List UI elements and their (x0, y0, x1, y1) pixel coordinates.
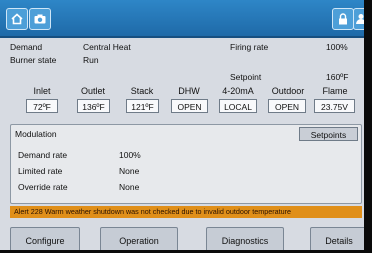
burner-state-label: Burner state (10, 55, 57, 65)
4-20ma-value: LOCAL (219, 99, 257, 113)
inlet-value: 72ºF (26, 99, 58, 113)
outlet-value: 136ºF (77, 99, 110, 113)
dhw-value: OPEN (171, 99, 208, 113)
override-rate-value: None (119, 182, 140, 192)
flame-label: Flame (322, 86, 348, 96)
setpoints-button[interactable]: Setpoints (299, 127, 358, 141)
inlet-label: Inlet (33, 86, 51, 96)
boiler-status-screen: Demand Central Heat Burner state Run Fir… (0, 0, 372, 253)
demand-rate-value: 100% (119, 150, 141, 160)
screen-bezel-right (364, 0, 372, 253)
outdoor-value: OPEN (268, 99, 306, 113)
home-icon[interactable] (6, 8, 28, 30)
burner-state-value: Run (83, 55, 99, 65)
firing-rate-label: Firing rate (230, 42, 269, 52)
camera-icon[interactable] (29, 8, 51, 30)
demand-label: Demand (10, 42, 43, 52)
limited-rate-label: Limited rate (18, 166, 63, 176)
stack-label: Stack (130, 86, 154, 96)
flame-value: 23.75V (314, 99, 355, 113)
limited-rate-value: None (119, 166, 140, 176)
stack-value: 121ºF (126, 99, 159, 113)
setpoint-label: Setpoint (230, 72, 262, 82)
setpoint-value: 160ºF (326, 72, 349, 82)
modulation-title: Modulation (15, 129, 57, 139)
dhw-label: DHW (178, 86, 200, 96)
override-rate-label: Override rate (18, 182, 68, 192)
firing-rate-value: 100% (326, 42, 348, 52)
alert-banner[interactable]: Alert 228 Warm weather shutdown was not … (10, 206, 362, 218)
outdoor-label: Outdoor (271, 86, 305, 96)
demand-rate-label: Demand rate (18, 150, 68, 160)
demand-value: Central Heat (83, 42, 131, 52)
4-20ma-label: 4-20mA (222, 86, 254, 96)
top-bar (0, 0, 372, 38)
outlet-label: Outlet (80, 86, 105, 96)
lock-icon[interactable] (332, 8, 354, 30)
